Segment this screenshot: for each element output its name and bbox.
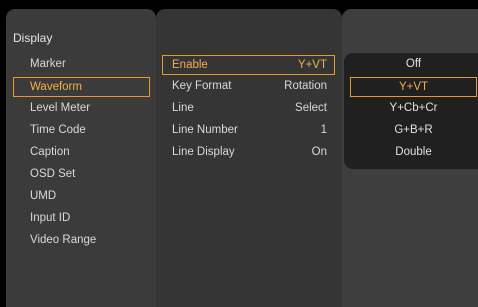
submenu-value: Select: [295, 102, 327, 114]
submenu-label: Line Display: [172, 146, 235, 158]
option-double[interactable]: Double: [350, 143, 477, 163]
submenu-value: 1: [320, 124, 327, 136]
submenu-value: On: [311, 146, 327, 158]
option-off[interactable]: Off: [350, 55, 477, 75]
submenu-item-line[interactable]: Line Select: [162, 99, 335, 119]
submenu-item-key-format[interactable]: Key Format Rotation: [162, 77, 335, 97]
submenu-item-line-display[interactable]: Line Display On: [162, 143, 335, 163]
submenu-item-enable[interactable]: Enable Y+VT: [162, 55, 335, 75]
menu-item-video-range[interactable]: Video Range: [13, 231, 150, 251]
submenu-value: Y+VT: [297, 59, 327, 71]
menu-item-level-meter[interactable]: Level Meter: [13, 99, 150, 119]
menu-item-marker[interactable]: Marker: [13, 55, 150, 75]
menu-item-umd[interactable]: UMD: [13, 187, 150, 207]
menu-title: Display: [13, 31, 53, 45]
option-y-cb-cr[interactable]: Y+Cb+Cr: [350, 99, 477, 119]
submenu-value: Rotation: [284, 80, 327, 92]
option-y-vt[interactable]: Y+VT: [350, 77, 477, 97]
menu-item-caption[interactable]: Caption: [13, 143, 150, 163]
submenu-label: Enable: [172, 59, 208, 71]
submenu-label: Line: [172, 102, 194, 114]
osd-screen: Display Marker Waveform Level Meter Time…: [0, 0, 478, 307]
menu-item-waveform[interactable]: Waveform: [13, 77, 150, 97]
menu-item-time-code[interactable]: Time Code: [13, 121, 150, 141]
option-g-b-r[interactable]: G+B+R: [350, 121, 477, 141]
menu-item-osd-set[interactable]: OSD Set: [13, 165, 150, 185]
submenu-item-line-number[interactable]: Line Number 1: [162, 121, 335, 141]
menu-item-input-id[interactable]: Input ID: [13, 209, 150, 229]
submenu-label: Key Format: [172, 80, 232, 92]
submenu-label: Line Number: [172, 124, 238, 136]
